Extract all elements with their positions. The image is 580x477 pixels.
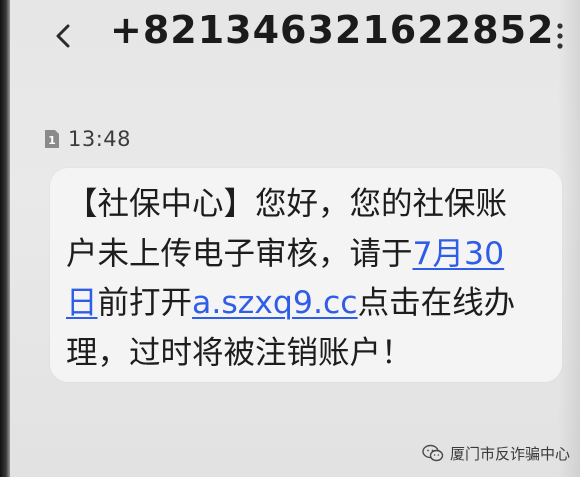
source-watermark: 厦门市反诈骗中心 — [422, 440, 570, 466]
wechat-icon — [422, 444, 444, 462]
message-link[interactable]: 日 — [66, 285, 98, 321]
back-button[interactable] — [46, 18, 82, 54]
contact-number: +821346321622852 — [110, 8, 555, 52]
sim-1-icon: 1 — [45, 130, 59, 148]
more-vertical-icon — [557, 23, 563, 49]
message-meta: 1 13:48 — [44, 124, 131, 154]
chevron-left-icon — [56, 24, 70, 48]
message-text: 户未上传电子审核，请于 — [66, 235, 413, 272]
message-text: 理，过时将被注销账户！ — [66, 334, 413, 371]
message-link[interactable]: a.szxq9.cc — [192, 285, 358, 321]
svg-text:1: 1 — [48, 134, 56, 147]
phone-bezel — [0, 0, 10, 477]
message-text: 前打开 — [97, 285, 193, 321]
message-text: 点击在线办 — [357, 285, 516, 321]
message-text: 【社保中心】您好，您的社保账 — [66, 186, 508, 222]
more-options-button[interactable] — [550, 20, 570, 52]
conversation-header: +821346321622852 — [10, 0, 580, 72]
sms-conversation-screen: +821346321622852 1 13:48 【社保中心】您好，您的社保账户… — [0, 0, 580, 477]
message-timestamp: 13:48 — [68, 127, 132, 151]
message-link[interactable]: 7月30 — [413, 236, 505, 272]
message-body: 【社保中心】您好，您的社保账 户未上传电子审核，请于7月30 日前打开a.szxq9… — [66, 180, 556, 378]
watermark-text: 厦门市反诈骗中心 — [450, 444, 571, 463]
